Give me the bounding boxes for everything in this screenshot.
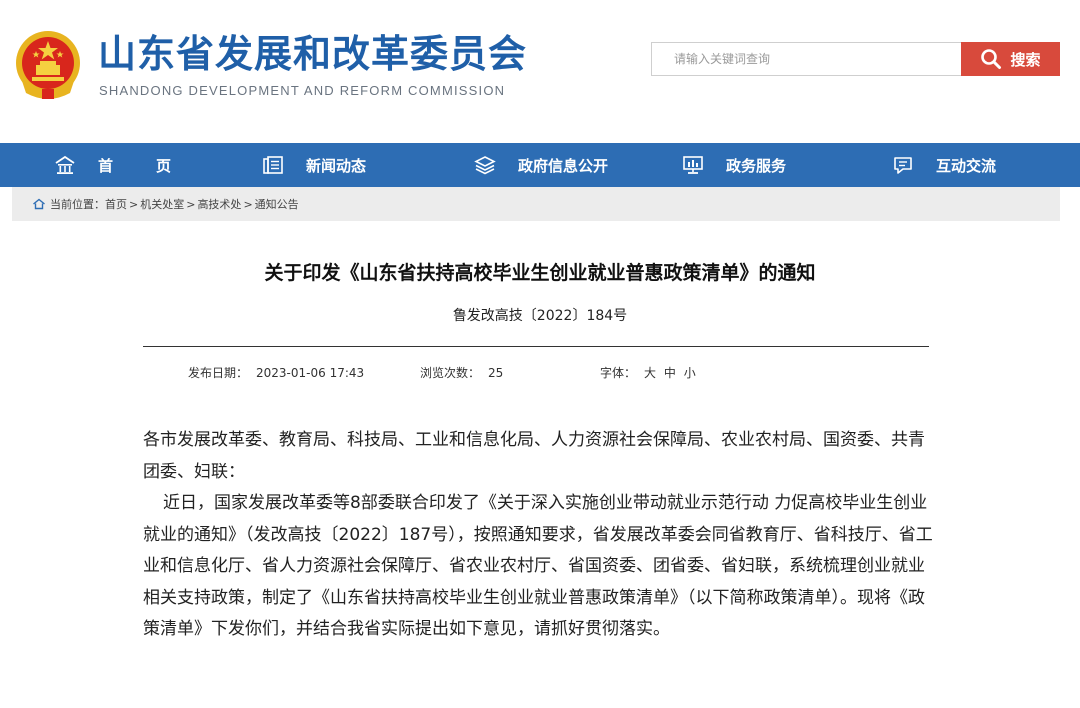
nav-item-home[interactable]: 首 页 bbox=[54, 143, 185, 187]
breadcrumb-separator: > bbox=[243, 197, 253, 211]
layers-icon bbox=[474, 156, 496, 175]
location-home-icon bbox=[33, 198, 45, 210]
search-box bbox=[651, 42, 961, 76]
breadcrumb-separator: > bbox=[129, 197, 139, 211]
font-size-large[interactable]: 大 bbox=[644, 366, 656, 380]
home-icon bbox=[55, 155, 75, 174]
nav-item-label: 互动交流 bbox=[936, 156, 997, 175]
site-subtitle: SHANDONG DEVELOPMENT AND REFORM COMMISSI… bbox=[99, 83, 506, 98]
article-title: 关于印发《山东省扶持高校毕业生创业就业普惠政策清单》的通知 bbox=[264, 262, 816, 284]
news-icon bbox=[263, 156, 283, 174]
nav-item-label: 政府信息公开 bbox=[518, 156, 609, 175]
article-body: 各市发展改革委、教育局、科技局、工业和信息化局、人力资源社会保障局、农业农村局、… bbox=[143, 425, 933, 646]
nav-item-services[interactable]: 政务服务 bbox=[682, 143, 786, 187]
publish-date: 发布日期： 2023-01-06 17:43 bbox=[188, 364, 364, 381]
search-input[interactable] bbox=[652, 43, 961, 75]
chat-icon bbox=[894, 157, 912, 174]
view-count-label: 浏览次数： bbox=[420, 366, 481, 380]
view-count-value: 25 bbox=[488, 366, 504, 380]
site-title[interactable]: 山东省发展和改革委员会 bbox=[98, 31, 527, 77]
breadcrumb-prefix: 当前位置： bbox=[50, 198, 105, 211]
breadcrumb: 当前位置： 首页 > 机关处室 > 高技术处 > 通知公告 bbox=[12, 187, 1060, 221]
breadcrumb-item-home[interactable]: 首页 bbox=[105, 196, 127, 212]
site-header: 山东省发展和改革委员会 SHANDONG DEVELOPMENT AND REF… bbox=[0, 0, 1080, 143]
article-paragraph: 各市发展改革委、教育局、科技局、工业和信息化局、人力资源社会保障局、农业农村局、… bbox=[143, 430, 925, 482]
view-count: 浏览次数： 25 bbox=[420, 364, 503, 381]
search-button-label: 搜索 bbox=[1010, 50, 1041, 69]
breadcrumb-separator: > bbox=[186, 197, 196, 211]
font-size-small[interactable]: 小 bbox=[684, 366, 696, 380]
national-emblem-icon[interactable] bbox=[12, 27, 84, 101]
search-icon bbox=[981, 49, 1002, 69]
main-nav: 首 页 新闻动态 政府信息公开 政务服务 互动交流 bbox=[0, 143, 1080, 187]
article-paragraph: 近日，国家发展改革委等8部委联合印发了《关于深入实施创业带动就业示范行动 力促高… bbox=[143, 493, 933, 639]
nav-item-label: 新闻动态 bbox=[306, 156, 367, 175]
search-button[interactable]: 搜索 bbox=[961, 42, 1060, 76]
publish-date-value: 2023-01-06 17:43 bbox=[256, 366, 365, 380]
nav-item-label: 政务服务 bbox=[726, 156, 787, 175]
breadcrumb-item-hightech[interactable]: 高技术处 bbox=[197, 196, 241, 212]
nav-item-label: 首 页 bbox=[98, 156, 186, 175]
breadcrumb-item-notices[interactable]: 通知公告 bbox=[255, 196, 299, 212]
nav-item-gov-info[interactable]: 政府信息公开 bbox=[474, 143, 608, 187]
font-size-medium[interactable]: 中 bbox=[664, 366, 676, 380]
font-size-selector: 字体： 大 中 小 bbox=[600, 364, 696, 381]
monitor-icon bbox=[683, 156, 703, 174]
breadcrumb-item-departments[interactable]: 机关处室 bbox=[140, 196, 184, 212]
font-size-label: 字体： bbox=[600, 366, 637, 380]
doc-number: 鲁发改高技〔2022〕184号 bbox=[452, 308, 628, 324]
nav-item-interaction[interactable]: 互动交流 bbox=[892, 143, 996, 187]
publish-date-label: 发布日期： bbox=[188, 366, 249, 380]
nav-item-news[interactable]: 新闻动态 bbox=[262, 143, 366, 187]
title-divider bbox=[143, 346, 929, 347]
